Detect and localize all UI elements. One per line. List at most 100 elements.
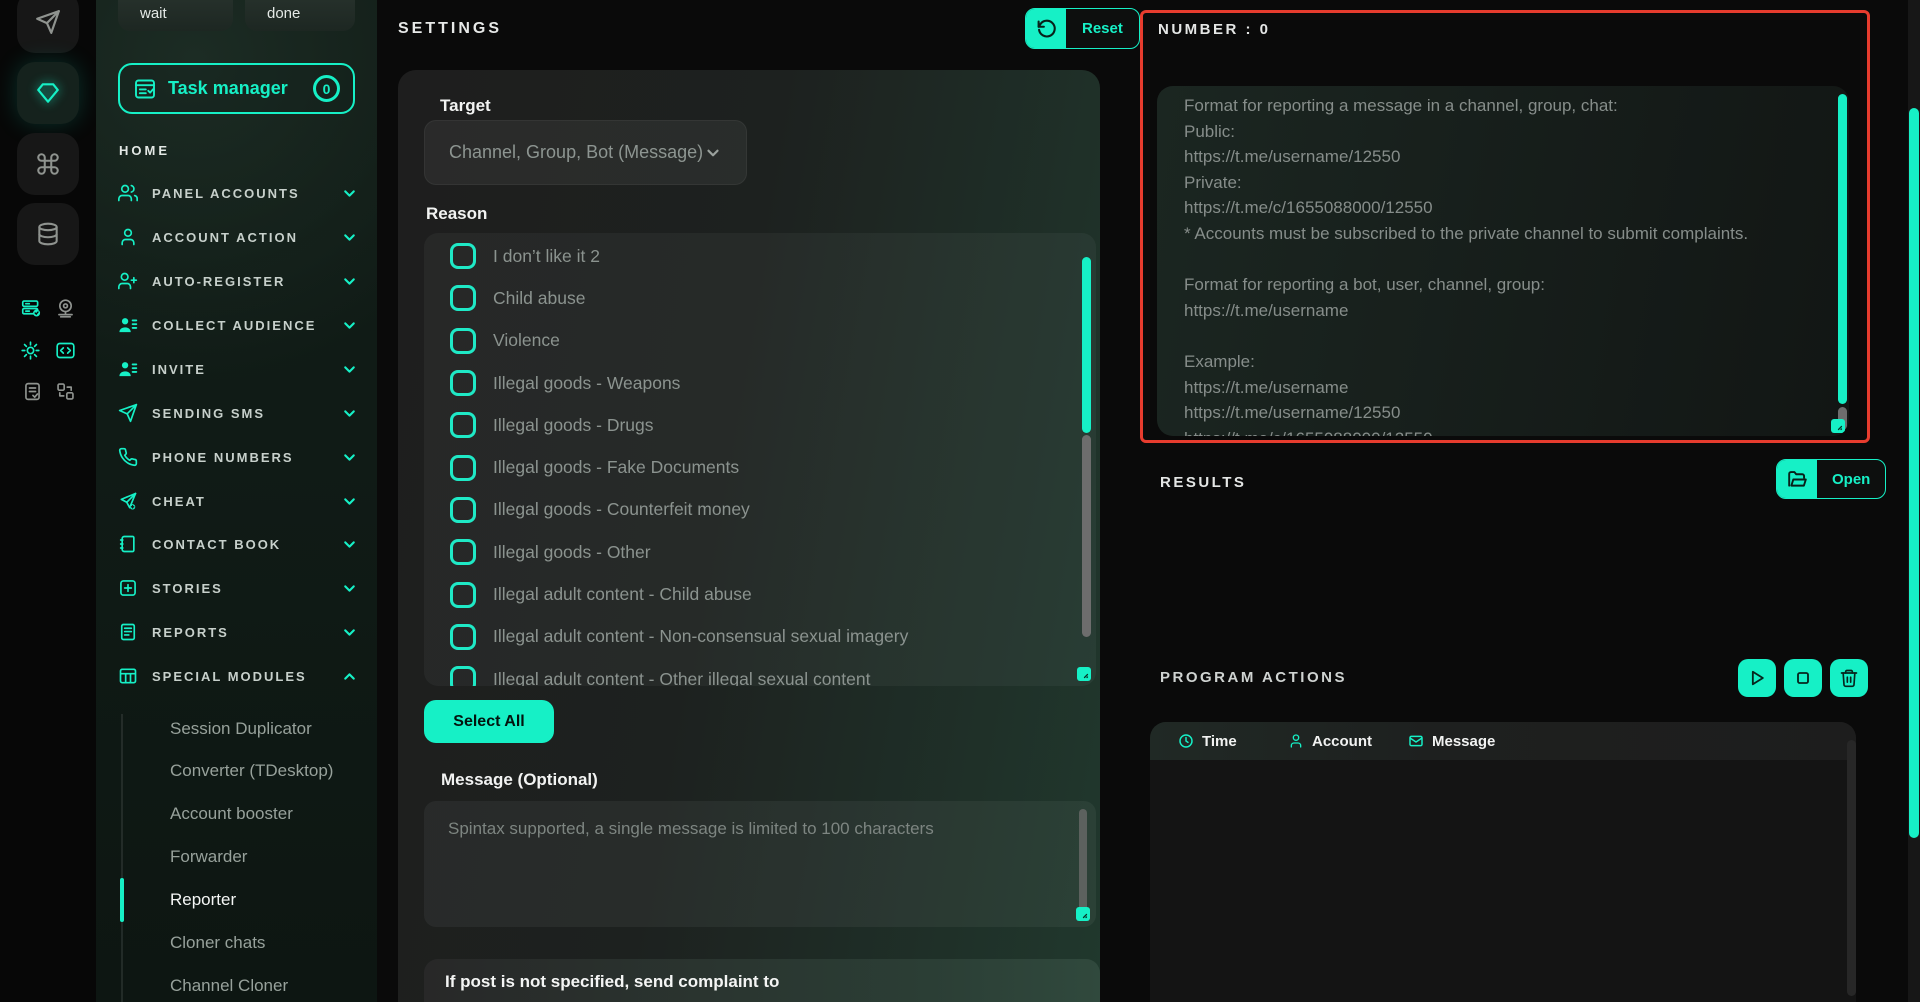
app-window: { "colors": { "accent": "#16f0c6", "aler… [0,0,1920,1002]
code-window-icon[interactable] [55,340,76,361]
task-manager-button[interactable]: Task manager 0 [118,63,355,114]
number-scrollbar-thumb[interactable] [1838,94,1847,404]
select-all-button[interactable]: Select All [424,700,554,743]
reason-checkbox[interactable] [450,412,476,438]
reason-row[interactable]: Illegal goods - Fake Documents [424,446,1096,488]
page-scrollbar-thumb[interactable] [1909,108,1919,838]
database-icon [35,221,61,247]
reset-button[interactable]: Reset [1025,8,1140,49]
message-scrollbar-thumb[interactable] [1079,809,1087,913]
reason-checkbox[interactable] [450,285,476,311]
reason-option-label: Illegal adult content - Non-consensual s… [493,626,908,647]
rail-gem-button[interactable] [17,62,79,124]
reason-list[interactable]: I don’t like it 2 Child abuse Violence I… [424,233,1096,686]
reason-row[interactable]: Child abuse [424,277,1096,319]
sidebar-item-label: PANEL ACCOUNTS [152,186,327,201]
placeholder-line [1184,326,1809,352]
submenu-channel-cloner[interactable]: Channel Cloner [170,975,288,997]
chevron-down-icon [341,624,358,641]
sidebar-item-contact-book[interactable]: CONTACT BOOK [118,532,358,556]
submenu-forwarder[interactable]: Forwarder [170,846,247,868]
reason-row[interactable]: Illegal goods - Counterfeit money [424,489,1096,531]
sidebar-item-account-action[interactable]: ACCOUNT ACTION [118,225,358,249]
reason-checkbox[interactable] [450,497,476,523]
reason-row[interactable]: Illegal goods - Weapons [424,362,1096,404]
submenu-session-duplicator[interactable]: Session Duplicator [170,718,312,740]
reason-row[interactable]: Illegal adult content - Other illegal se… [424,658,1096,686]
sidebar-item-reports[interactable]: REPORTS [118,620,358,644]
placeholder-line: * Accounts must be subscribed to the pri… [1184,224,1809,250]
column-message-label: Message [1432,733,1495,750]
reason-checkbox[interactable] [450,539,476,565]
reason-row[interactable]: I don’t like it 2 [424,235,1096,277]
placeholder-line: https://t.me/username/12550 [1184,147,1809,173]
results-title: RESULTS [1160,474,1246,491]
clipboard-check-icon[interactable] [22,381,43,402]
submenu-guideline [121,714,123,1002]
reason-checkbox[interactable] [450,624,476,650]
reason-option-label: Illegal goods - Weapons [493,373,680,394]
target-select[interactable]: Channel, Group, Bot (Message) [424,120,747,185]
swap-frames-icon[interactable] [55,381,76,402]
reason-checkbox[interactable] [450,243,476,269]
webcam-icon[interactable] [55,298,76,319]
sidebar: wait done Task manager 0 HOME PANEL ACCO… [96,0,377,1002]
sidebar-item-special-modules[interactable]: SPECIAL MODULES [118,664,358,688]
stop-button[interactable] [1784,659,1822,697]
reason-row[interactable]: Violence [424,320,1096,362]
sidebar-item-label: PHONE NUMBERS [152,450,327,465]
server-check-icon[interactable] [21,298,42,319]
sidebar-item-invite[interactable]: INVITE [118,357,358,381]
submenu-reporter[interactable]: Reporter [170,889,236,911]
sidebar-item-stories[interactable]: STORIES [118,576,358,600]
command-icon [35,151,61,177]
reason-row[interactable]: Illegal adult content - Non-consensual s… [424,616,1096,658]
submenu-active-indicator [120,878,124,922]
message-resize-handle[interactable] [1076,907,1090,921]
column-time: Time [1178,722,1237,760]
reason-row[interactable]: Illegal goods - Other [424,531,1096,573]
number-resize-handle[interactable] [1831,419,1845,433]
table-header: Time Account Message [1150,722,1856,760]
reason-checkbox[interactable] [450,370,476,396]
reason-row[interactable]: Illegal adult content - Child abuse [424,573,1096,615]
reason-option-label: Illegal goods - Drugs [493,415,654,436]
open-results-button[interactable]: Open [1776,459,1886,499]
sidebar-item-collect-audience[interactable]: COLLECT AUDIENCE [118,313,358,337]
tab-wait[interactable]: wait [118,0,233,31]
placeholder-line [1184,250,1809,276]
sidebar-item-sending-sms[interactable]: SENDING SMS [118,401,358,425]
mail-icon [1408,733,1424,749]
reason-list-scrollbar-thumb[interactable] [1082,257,1091,433]
reason-list-scrollbar-track[interactable] [1082,435,1091,637]
reason-row[interactable]: Illegal goods - Drugs [424,404,1096,446]
sidebar-item-panel-accounts[interactable]: PANEL ACCOUNTS [118,181,358,205]
submenu-cloner-chats[interactable]: Cloner chats [170,932,265,954]
number-input-textarea[interactable]: Format for reporting a message in a chan… [1157,86,1849,436]
tab-wait-label: wait [118,5,167,31]
play-button[interactable] [1738,659,1776,697]
reason-checkbox[interactable] [450,328,476,354]
delete-button[interactable] [1830,659,1868,697]
chevron-down-icon [704,144,722,162]
reason-checkbox[interactable] [450,666,476,686]
sidebar-item-auto-register[interactable]: AUTO-REGISTER [118,269,358,293]
reason-list-resize-handle[interactable] [1077,667,1091,681]
rail-command-button[interactable] [17,133,79,195]
reason-checkbox[interactable] [450,455,476,481]
sidebar-item-phone-numbers[interactable]: PHONE NUMBERS [118,445,358,469]
bot-gear-icon[interactable] [20,340,41,361]
rail-database-button[interactable] [17,203,79,265]
sidebar-item-cheat[interactable]: CHEAT [118,489,358,513]
target-label: Target [440,96,491,116]
tab-done[interactable]: done [245,0,355,31]
reason-option-label: Illegal goods - Fake Documents [493,457,739,478]
submenu-converter-tdesktop[interactable]: Converter (TDesktop) [170,760,333,782]
reason-checkbox[interactable] [450,582,476,608]
post-note-card: If post is not specified, send complaint… [424,959,1100,1002]
rail-send-button[interactable] [17,0,79,53]
user-icon [1288,733,1304,749]
message-textarea[interactable]: Spintax supported, a single message is l… [424,801,1096,927]
submenu-account-booster[interactable]: Account booster [170,803,293,825]
table-scrollbar-track[interactable] [1847,740,1856,996]
